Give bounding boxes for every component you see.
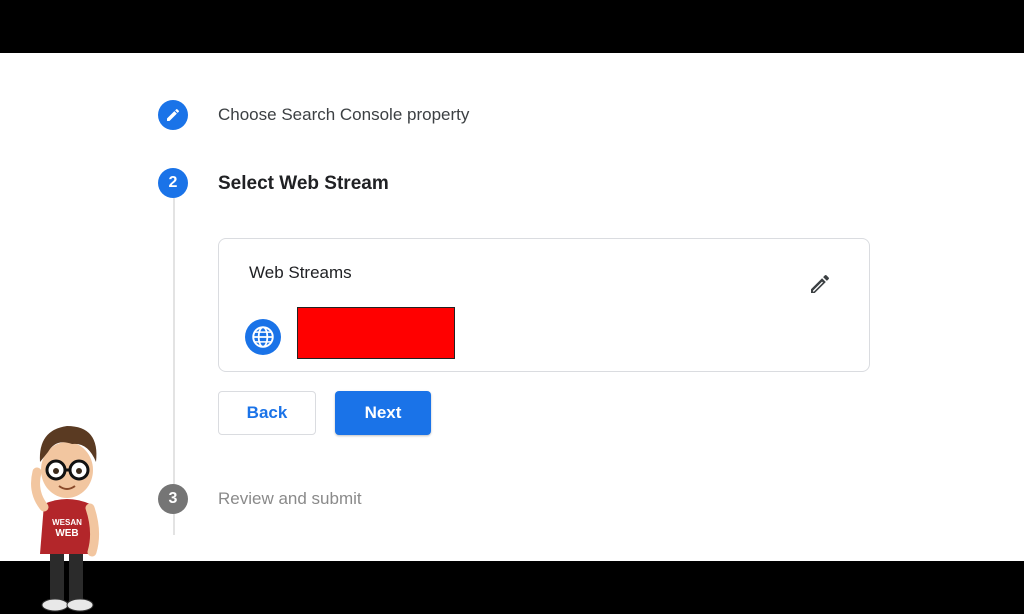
- mascot-character: WESAN WEB: [31, 426, 100, 612]
- pencil-icon: [167, 108, 180, 121]
- redacted-stream-name: [297, 307, 455, 359]
- step-3-number-badge: 3: [158, 484, 188, 514]
- mascot-shirt-text-line2: WEB: [55, 528, 78, 539]
- step-1-pencil-icon[interactable]: [158, 100, 188, 130]
- next-button[interactable]: Next: [335, 391, 431, 435]
- stepper-connector-line: [173, 183, 175, 535]
- step-2-label: Select Web Stream: [218, 173, 389, 194]
- back-button[interactable]: Back: [218, 391, 316, 435]
- edit-web-stream-button[interactable]: [805, 269, 835, 299]
- globe-icon: [245, 319, 281, 355]
- step-1-label[interactable]: Choose Search Console property: [218, 105, 469, 125]
- step-2-number-badge: 2: [158, 168, 188, 198]
- stepper-panel: Choose Search Console property 2 Select …: [0, 53, 1024, 561]
- step-3-label: Review and submit: [218, 489, 362, 508]
- web-streams-title: Web Streams: [249, 263, 352, 282]
- mascot-shirt-text-line1: WESAN: [52, 518, 82, 527]
- web-streams-card: Web Streams: [218, 238, 870, 372]
- pencil-icon: [811, 274, 830, 293]
